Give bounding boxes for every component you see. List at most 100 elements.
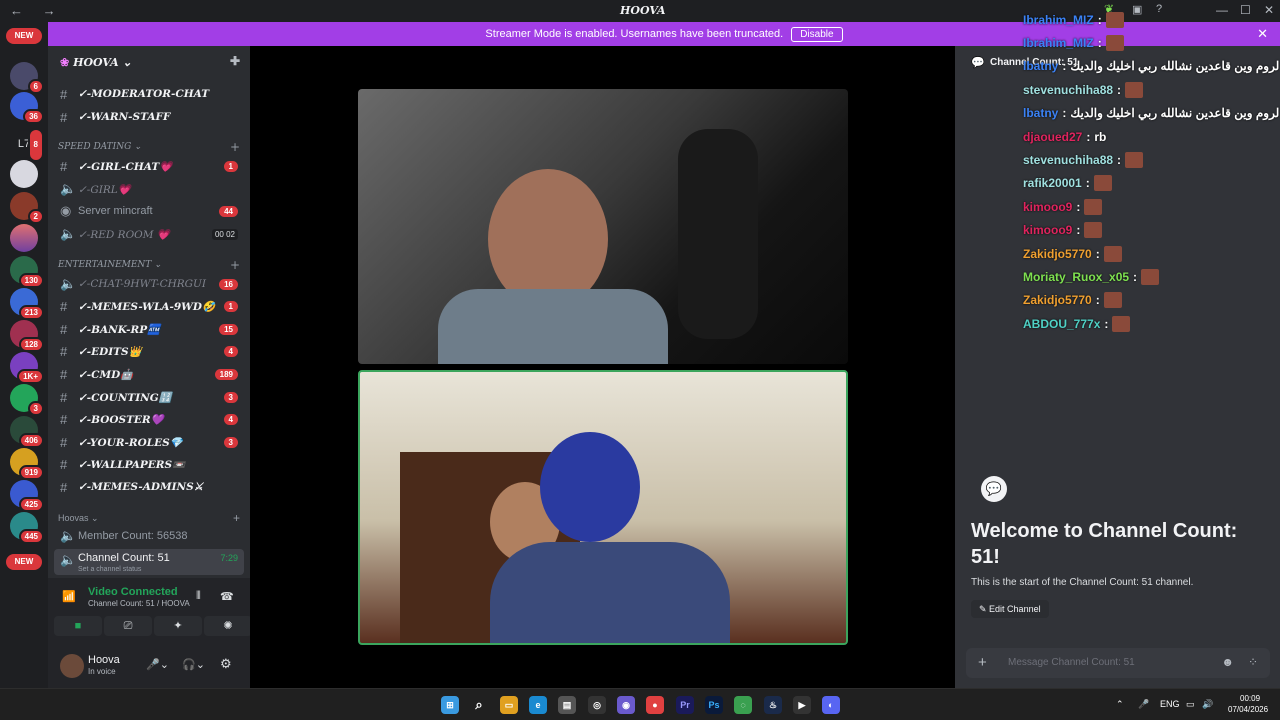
chrome-icon[interactable]: ● — [646, 696, 664, 714]
channel-item[interactable]: # ✓-MEMES-WLA-9WD🤣 1 — [54, 296, 244, 316]
category-speed-dating[interactable]: SPEED DATING ⌄ + — [58, 140, 240, 154]
channel-status-hint[interactable]: Set a channel status — [78, 566, 141, 573]
add-channel-icon[interactable]: + — [230, 140, 240, 154]
chevron-up-icon[interactable]: ⌃ — [1116, 699, 1124, 710]
invite-icon[interactable]: ✚ — [230, 54, 240, 68]
clock-time[interactable]: 00:09 — [1240, 694, 1260, 703]
apps-icon[interactable]: ⁘ — [1248, 655, 1258, 669]
server-icon[interactable]: L7 8 — [10, 128, 44, 162]
camera-button[interactable]: ■ — [54, 616, 102, 636]
server-icon[interactable]: 2 — [10, 192, 44, 224]
server-icon[interactable]: 128 — [10, 320, 44, 352]
edge-icon[interactable]: e — [529, 696, 547, 714]
message-input[interactable]: Message Channel Count: 51 — [1008, 657, 1135, 668]
language-indicator[interactable]: ENG — [1160, 699, 1180, 709]
channel-item[interactable]: # ✓-YOUR-ROLES💎 3 — [54, 432, 244, 452]
microphone-icon[interactable]: 🎤⌄ — [146, 658, 169, 671]
new-pill[interactable]: NEW — [6, 554, 42, 570]
channel-item[interactable]: 🔈 ✓-GIRL💗 — [54, 179, 244, 199]
channel-item[interactable]: # ✓-EDITS👑 4 — [54, 341, 244, 361]
speaker-icon: 🔈 — [60, 528, 77, 543]
screenshare-button[interactable]: ⎚ — [104, 616, 152, 636]
server-header[interactable]: ❀ HOOVA ⌄ ✚ — [48, 46, 250, 78]
effects-button[interactable]: ✺ — [204, 616, 252, 636]
channel-item[interactable]: # ✓-MEMES-ADMINS⚔ — [54, 477, 244, 497]
channel-item-active[interactable]: 🔈 Channel Count: 51 7:29 Set a channel s… — [54, 549, 244, 575]
file-explorer-icon[interactable]: ▭ — [500, 696, 518, 714]
chat-username: ABDOU_777x — [1023, 316, 1101, 331]
avatar[interactable] — [60, 654, 84, 678]
edit-channel-button[interactable]: ✎ Edit Channel — [971, 600, 1049, 618]
emote-icon — [1112, 315, 1131, 332]
chat-username: lbatny — [1023, 59, 1059, 74]
chat-message: Moriaty_Ruox_x05: — [1023, 265, 1280, 288]
server-icon[interactable]: 1K+ — [10, 352, 44, 384]
channel-item[interactable]: # ✓-WARN-STAFF — [54, 107, 244, 127]
channel-item[interactable]: # ✓-MODERATOR-CHAT — [54, 84, 244, 104]
hash-icon: # — [60, 456, 68, 472]
add-channel-icon[interactable]: + — [230, 258, 240, 272]
chat-message: rafik20001: — [1023, 172, 1280, 195]
server-icon[interactable]: 406 — [10, 416, 44, 448]
server-icon[interactable]: 36 — [10, 92, 44, 124]
emote-icon — [1103, 245, 1122, 262]
app-icon[interactable]: ◌ — [734, 696, 752, 714]
server-icon[interactable]: 3 — [10, 384, 44, 416]
volume-icon[interactable]: 🔊 — [1202, 699, 1213, 710]
voice-status-subtitle[interactable]: Channel Count: 51 / HOOVA — [88, 599, 190, 608]
message-composer[interactable]: + Message Channel Count: 51 ☻ ⁘ — [966, 648, 1270, 678]
channel-item[interactable]: # ✓-BANK-RP🏧 15 — [54, 319, 244, 339]
channel-item[interactable]: 🔈 ✓-RED ROOM 💗 00 02 — [54, 224, 244, 244]
soundboard-icon[interactable]: ⦀ — [196, 590, 201, 603]
emoji-icon[interactable]: ☻ — [1221, 655, 1234, 669]
server-icon[interactable] — [10, 224, 38, 252]
back-forward-icon[interactable]: ← → — [10, 3, 64, 18]
headphones-icon[interactable]: 🎧⌄ — [182, 658, 205, 671]
add-channel-icon[interactable]: + — [233, 511, 240, 525]
premiere-icon[interactable]: Pr — [676, 696, 694, 714]
app-icon[interactable]: ◉ — [617, 696, 635, 714]
server-icon[interactable]: 445 — [10, 512, 44, 544]
video-tile[interactable] — [358, 89, 848, 364]
voice-status-title[interactable]: Video Connected — [88, 586, 178, 598]
channel-item[interactable]: # ✓-WALLPAPERS📼 — [54, 454, 244, 474]
disconnect-icon[interactable]: ☎ — [220, 590, 234, 603]
windows-start-icon[interactable]: ⊞ — [441, 696, 459, 714]
add-attachment-icon[interactable]: + — [978, 654, 987, 671]
microphone-icon[interactable]: 🎤 — [1138, 699, 1149, 710]
channel-item[interactable]: 🔈 ✓-CHAT-9HWT-CHRGUI 16 — [54, 274, 244, 294]
emote-icon — [1125, 81, 1144, 98]
activities-button[interactable]: ✦ — [154, 616, 202, 636]
network-icon[interactable]: ▭ — [1186, 699, 1195, 710]
server-icon[interactable]: 130 — [10, 256, 44, 288]
disable-streamer-button[interactable]: Disable — [791, 26, 843, 42]
server-icon[interactable]: 213 — [10, 288, 44, 320]
server-icon[interactable] — [10, 160, 38, 188]
media-player-icon[interactable]: ▶ — [793, 696, 811, 714]
gear-icon[interactable]: ⚙ — [220, 656, 232, 672]
shirt-shape — [438, 289, 668, 364]
steam-icon[interactable]: ♨ — [764, 696, 782, 714]
channel-item[interactable]: # ✓-CMD🤖 189 — [54, 364, 244, 384]
app-icon[interactable]: ◎ — [588, 696, 606, 714]
category-entertainement[interactable]: ENTERTAINEMENT ⌄ + — [58, 258, 240, 272]
server-icon[interactable]: 425 — [10, 480, 44, 512]
channel-item[interactable]: ◉ Server mincraft 44 — [54, 201, 244, 221]
channel-item[interactable]: # ✓-GIRL-CHAT💗 1 — [54, 156, 244, 176]
channel-item[interactable]: 🔈 Member Count: 56538 — [54, 526, 244, 546]
search-icon[interactable]: ⌕ — [470, 696, 488, 714]
server-icon[interactable]: 6 — [10, 62, 44, 94]
server-flower-icon: ❀ — [60, 56, 70, 69]
server-icon[interactable]: 919 — [10, 448, 44, 480]
chat-bubble-icon: 💬 — [981, 476, 1007, 502]
channel-timer: 7:29 — [220, 553, 238, 563]
photoshop-icon[interactable]: Ps — [705, 696, 723, 714]
discord-icon[interactable]: ◐ — [822, 696, 840, 714]
video-tile-speaking[interactable] — [358, 370, 848, 645]
store-icon[interactable]: ▤ — [558, 696, 576, 714]
channel-item[interactable]: # ✓-BOOSTER💜 4 — [54, 409, 244, 429]
category-hoovas[interactable]: Hoovas ⌄ + — [58, 511, 240, 525]
new-pill[interactable]: NEW — [6, 28, 42, 44]
clock-date[interactable]: 07/04/2026 — [1228, 705, 1268, 714]
channel-item[interactable]: # ✓-COUNTING🔢 3 — [54, 387, 244, 407]
